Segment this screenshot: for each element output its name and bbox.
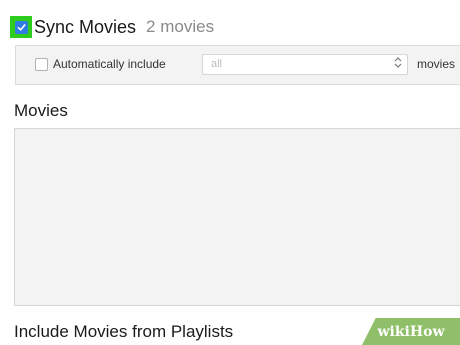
- checkmark-icon: [14, 20, 28, 34]
- auto-include-checkbox[interactable]: [35, 58, 48, 71]
- sync-movies-label: Sync Movies: [34, 16, 137, 37]
- movies-list[interactable]: [14, 128, 460, 306]
- auto-include-select[interactable]: all: [202, 54, 408, 75]
- movie-count: 2 movies: [146, 17, 215, 36]
- wikihow-watermark: wiki How: [362, 318, 460, 345]
- up-down-chevron-icon: [394, 56, 402, 71]
- auto-include-panel: Automatically include all movies: [15, 45, 460, 85]
- playlists-section-title: Include Movies from Playlists: [14, 322, 234, 341]
- auto-include-label: Automatically include: [53, 57, 166, 71]
- sync-movies-checkbox[interactable]: [10, 16, 32, 38]
- movies-section-title: Movies: [14, 101, 68, 120]
- watermark-prefix: wiki: [377, 323, 410, 340]
- watermark-suffix: How: [409, 323, 445, 340]
- auto-include-suffix: movies: [417, 57, 456, 71]
- auto-include-select-value: all: [211, 58, 223, 70]
- sync-movies-row: Sync Movies 2 movies: [10, 12, 214, 42]
